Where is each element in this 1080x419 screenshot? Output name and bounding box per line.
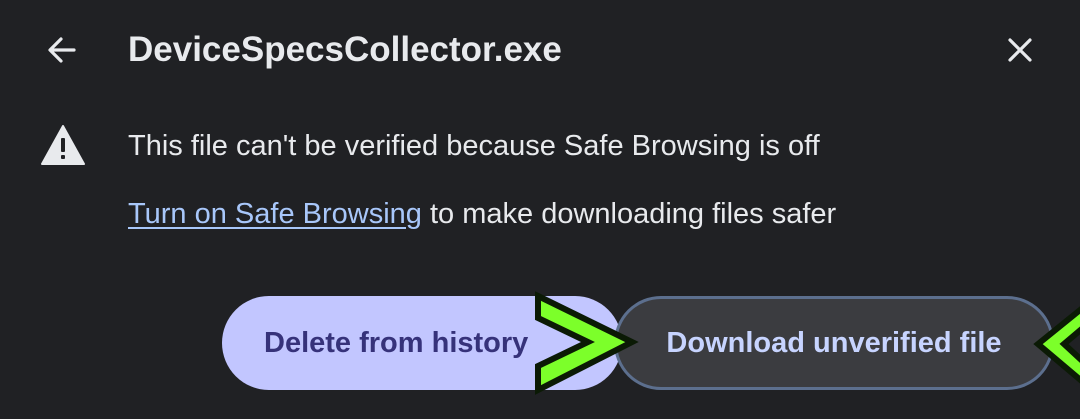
download-warning-dialog: DeviceSpecsCollector.exe This file can't… [0, 0, 1080, 419]
warning-row: This file can't be verified because Safe… [0, 118, 1080, 174]
close-button[interactable] [998, 28, 1042, 72]
download-unverified-file-button[interactable]: Download unverified file [614, 296, 1054, 390]
close-icon [1008, 38, 1032, 62]
warning-triangle-icon [41, 125, 85, 165]
warning-text: This file can't be verified because Safe… [128, 130, 820, 162]
annotation-arrow-right-icon [535, 291, 639, 395]
dialog-header: DeviceSpecsCollector.exe [0, 0, 1080, 100]
safe-browsing-info: Turn on Safe Browsing to make downloadin… [128, 192, 836, 236]
turn-on-safe-browsing-link[interactable]: Turn on Safe Browsing [128, 198, 422, 230]
back-button[interactable] [40, 28, 84, 72]
annotation-arrow-left-icon [1033, 306, 1080, 384]
arrow-left-icon [48, 37, 76, 63]
info-text: to make downloading files safer [421, 198, 837, 230]
dialog-title: DeviceSpecsCollector.exe [128, 30, 562, 69]
